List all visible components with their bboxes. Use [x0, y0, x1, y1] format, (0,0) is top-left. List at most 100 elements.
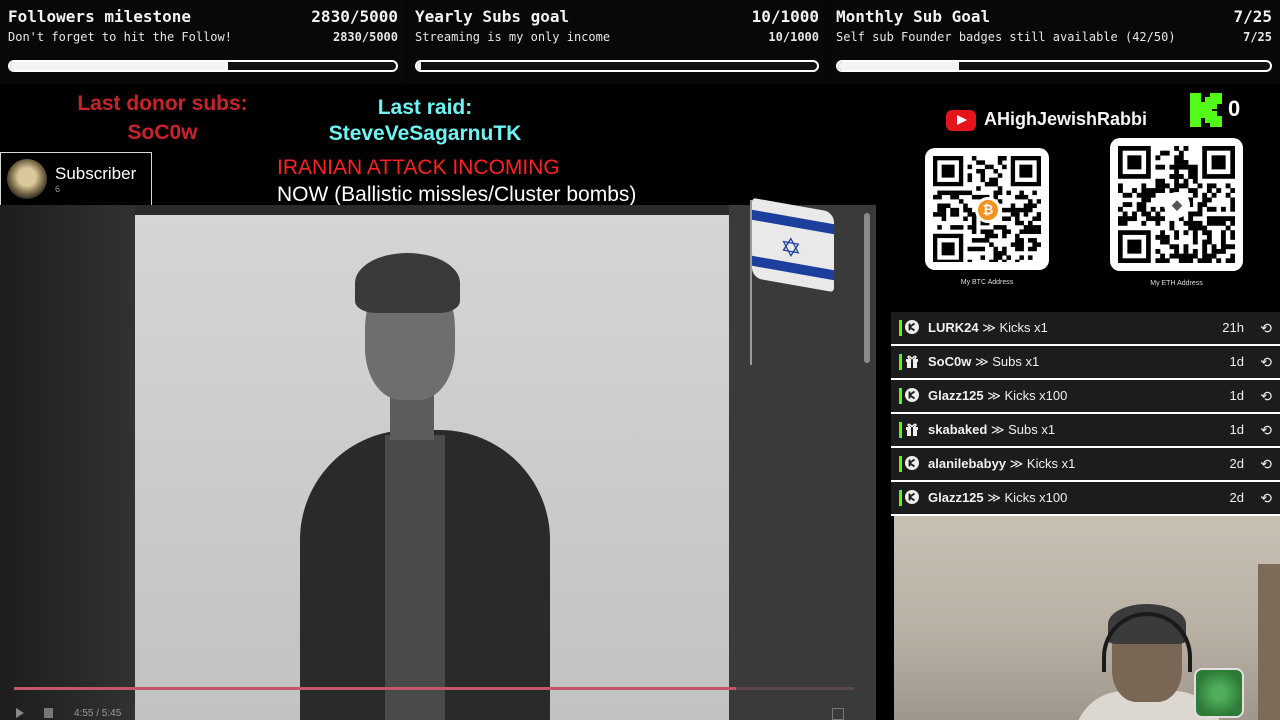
fullscreen-icon[interactable]	[832, 708, 844, 720]
video-player[interactable]: 4:55 / 5:45	[0, 205, 876, 720]
feed-user: Glazz125	[928, 490, 984, 505]
feed-row: alanilebabyy ≫ Kicks x1 2d ⟲	[891, 448, 1280, 482]
video-scrollbar[interactable]	[864, 213, 870, 363]
webcam-door	[1258, 564, 1280, 720]
feed-action: Kicks x100	[1004, 490, 1068, 505]
feed-text: SoC0w ≫ Subs x1	[928, 354, 1039, 370]
goal-subtitle: Streaming is my only income	[415, 30, 611, 44]
goal-title: Monthly Sub Goal	[836, 7, 991, 26]
replay-icon[interactable]: ⟲	[1260, 320, 1272, 337]
last-donor-label: Last donor subs:	[77, 92, 248, 115]
feed-action: Kicks x100	[1004, 388, 1068, 403]
goal-title: Yearly Subs goal	[415, 7, 570, 26]
feed-row: SoC0w ≫ Subs x1 1d ⟲	[891, 346, 1280, 380]
feed-text: Glazz125 ≫ Kicks x100	[928, 388, 1067, 404]
feed-time: 2d	[1229, 456, 1244, 471]
feed-row: skabaked ≫ Subs x1 1d ⟲	[891, 414, 1280, 448]
feed-action: Subs x1	[992, 354, 1040, 369]
eth-caption: My ETH Address	[1150, 280, 1203, 287]
replay-icon[interactable]: ⟲	[1260, 490, 1272, 507]
feed-separator: ≫	[974, 354, 989, 369]
goal-title: Followers milestone	[8, 7, 192, 26]
goal-progress-bar	[8, 60, 398, 72]
video-progress-fill	[14, 687, 737, 690]
feed-marker	[899, 456, 902, 472]
last-donor-name: SoC0w	[127, 121, 198, 144]
feed-marker	[899, 422, 902, 438]
feed-user: Glazz125	[928, 388, 984, 403]
feed-user: SoC0w	[928, 354, 972, 369]
kick-logo-icon	[1190, 93, 1222, 127]
feed-separator: ≫	[982, 320, 996, 335]
video-progress-bar[interactable]	[14, 687, 854, 690]
kick-icon	[905, 388, 919, 402]
replay-icon[interactable]: ⟲	[1260, 388, 1272, 405]
video-person-shirt	[385, 435, 445, 720]
gift-icon	[905, 422, 919, 436]
feed-action: Kicks x1	[999, 320, 1048, 335]
goal-subtitle: Don't forget to hit the Follow!	[8, 30, 232, 44]
last-raid-name: SteveVeSagarnuTK	[328, 122, 522, 145]
replay-icon[interactable]: ⟲	[1260, 456, 1272, 473]
video-person-hair	[355, 253, 460, 313]
feed-separator: ≫	[990, 422, 1005, 437]
subscriber-count: 6	[55, 184, 61, 194]
feed-marker	[899, 320, 902, 336]
feed-time: 21h	[1222, 320, 1244, 335]
subscriber-label: Subscriber	[55, 164, 137, 183]
feed-time: 2d	[1229, 490, 1244, 505]
alert-line-1: IRANIAN ATTACK INCOMING	[277, 156, 560, 179]
play-icon[interactable]	[16, 708, 24, 718]
subscriber-badge: Subscriber 6	[0, 152, 152, 207]
feed-user: skabaked	[928, 422, 988, 437]
israel-flag-icon: ✡	[752, 197, 834, 293]
goal-progress-fill	[417, 62, 421, 70]
feed-marker	[899, 490, 902, 506]
goal-subcount: 7/25	[1243, 30, 1272, 44]
monthly-sub-goal: Monthly Sub Goal 7/25 Self sub Founder b…	[828, 0, 1280, 84]
goal-subtitle: Self sub Founder badges still available …	[836, 30, 1176, 44]
video-time: 4:55 / 5:45	[74, 708, 122, 719]
youtube-icon	[946, 110, 976, 131]
channel-handle: AHighJewishRabbi	[984, 109, 1148, 129]
video-left-panel	[0, 205, 135, 720]
last-raid-label: Last raid:	[377, 96, 473, 119]
kick-icon	[905, 456, 919, 470]
goal-progress-bar	[836, 60, 1272, 72]
btc-qr-code: ₿	[925, 148, 1049, 270]
goal-subcount: 10/1000	[768, 30, 819, 44]
feed-user: LURK24	[928, 320, 979, 335]
activity-feed: LURK24 ≫ Kicks x1 21h ⟲ SoC0w ≫ Subs x1 1d ⟲ G…	[891, 312, 1280, 516]
feed-text: LURK24 ≫ Kicks x1	[928, 320, 1048, 336]
replay-icon[interactable]: ⟲	[1260, 422, 1272, 439]
webcam-feed	[894, 516, 1280, 720]
volume-icon[interactable]	[44, 708, 53, 718]
feed-time: 1d	[1229, 388, 1244, 403]
feed-action: Kicks x1	[1026, 456, 1076, 471]
feed-text: skabaked ≫ Subs x1	[928, 422, 1055, 438]
goal-count: 2830/5000	[311, 7, 398, 26]
feed-action: Subs x1	[1008, 422, 1056, 437]
ethereum-icon: ◆	[1164, 192, 1190, 218]
bitcoin-icon: ₿	[975, 197, 1001, 223]
goal-progress-fill	[838, 62, 959, 70]
goal-count: 10/1000	[751, 7, 819, 26]
alert-line-2: NOW (Ballistic missles/Cluster bombs)	[277, 183, 637, 206]
feed-time: 1d	[1229, 354, 1244, 369]
yearly-subs-goal: Yearly Subs goal 10/1000 Streaming is my…	[407, 0, 827, 84]
feed-marker	[899, 354, 902, 370]
video-content[interactable]	[135, 215, 729, 720]
kick-follower-count: 0	[1228, 96, 1241, 121]
btc-caption: My BTC Address	[960, 279, 1014, 286]
feed-row: Glazz125 ≫ Kicks x100 2d ⟲	[891, 482, 1280, 516]
feed-separator: ≫	[1009, 456, 1024, 471]
followers-goal: Followers milestone 2830/5000 Don't forg…	[0, 0, 406, 84]
feed-user: alanilebabyy	[928, 456, 1007, 471]
replay-icon[interactable]: ⟲	[1260, 354, 1272, 371]
goal-progress-bar	[415, 60, 819, 72]
feed-time: 1d	[1229, 422, 1244, 437]
gift-icon	[905, 354, 919, 368]
feed-text: alanilebabyy ≫ Kicks x1	[928, 456, 1075, 472]
feed-marker	[899, 388, 902, 404]
feed-separator: ≫	[987, 490, 1001, 505]
